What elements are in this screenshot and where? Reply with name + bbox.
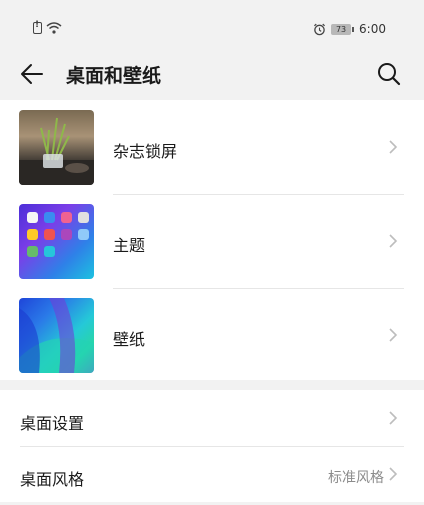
battery-level: 73 — [331, 23, 352, 35]
list-item-label: 杂志锁屏 — [113, 142, 178, 161]
list-item-magazine-lock[interactable]: 杂志锁屏 — [0, 100, 424, 193]
wallpaper-options-card: 杂志锁屏 主题 壁纸 — [0, 100, 424, 380]
wallpaper-thumbnail — [19, 298, 94, 373]
sim-alert-icon — [33, 20, 42, 34]
list-item-desktop-style[interactable]: 桌面风格 标准风格 — [0, 446, 424, 502]
chevron-right-icon — [389, 328, 398, 342]
status-time: 6:00 — [359, 22, 386, 36]
screen: 73 6:00 桌面和壁纸 — [0, 0, 424, 505]
page-title: 桌面和壁纸 — [66, 65, 162, 87]
search-button[interactable] — [376, 61, 402, 87]
desktop-style-value: 标准风格 — [328, 470, 384, 486]
chevron-right-icon — [389, 467, 398, 481]
status-left — [33, 20, 62, 34]
theme-thumbnail — [19, 204, 94, 279]
list-item-label: 主题 — [113, 236, 146, 255]
back-button[interactable] — [18, 60, 46, 88]
list-item-label: 桌面设置 — [20, 414, 85, 433]
battery-icon: 73 — [331, 23, 355, 35]
status-bar: 73 6:00 — [0, 0, 424, 42]
wifi-icon — [46, 22, 62, 34]
app-header: 桌面和壁纸 — [0, 48, 424, 98]
back-arrow-icon — [21, 64, 43, 84]
list-item-label: 桌面风格 — [20, 470, 85, 489]
chevron-right-icon — [389, 411, 398, 425]
list-item-desktop-settings[interactable]: 桌面设置 — [0, 390, 424, 446]
list-item-theme[interactable]: 主题 — [0, 194, 424, 287]
desktop-settings-card: 桌面设置 桌面风格 标准风格 — [0, 390, 424, 502]
chevron-right-icon — [389, 140, 398, 154]
chevron-right-icon — [389, 234, 398, 248]
alarm-icon — [314, 23, 326, 35]
status-right: 73 6:00 — [313, 22, 386, 36]
magazine-lock-thumbnail — [19, 110, 94, 185]
list-item-label: 壁纸 — [113, 330, 146, 349]
list-item-wallpaper[interactable]: 壁纸 — [0, 288, 424, 381]
search-icon — [378, 63, 401, 86]
